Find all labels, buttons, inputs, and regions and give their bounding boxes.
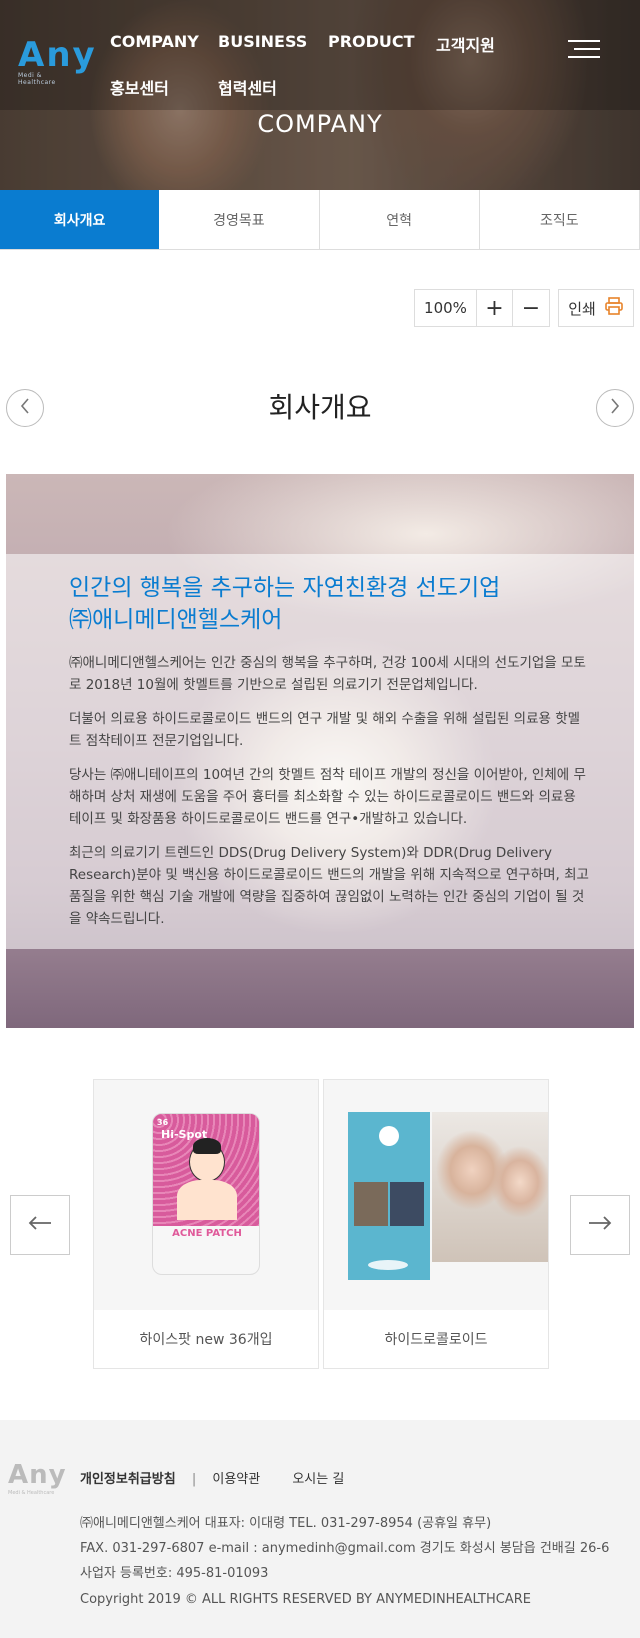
footer-logo-mark: Any xyxy=(8,1460,67,1490)
zoom-control: 100% + − xyxy=(414,289,550,327)
page-title: 회사개요 xyxy=(268,391,372,424)
business-registration: 사업자 등록번호: 495-81-01093 xyxy=(80,1566,269,1581)
copyright: Copyright 2019 © ALL RIGHTS RESERVED BY … xyxy=(80,1592,531,1607)
next-page-button[interactable] xyxy=(596,389,634,427)
slider-next-button[interactable] xyxy=(570,1195,630,1255)
tab-history[interactable]: 연혁 xyxy=(320,190,480,249)
directions-link[interactable]: 오시는 길 xyxy=(292,1472,344,1487)
nav-partner-center[interactable]: 협력센터 xyxy=(218,75,277,99)
footer-separator: | xyxy=(191,1472,197,1487)
nav-business[interactable]: BUSINESS xyxy=(218,32,307,51)
product-image-hydrocolloid xyxy=(324,1080,548,1310)
hydrocolloid-box xyxy=(348,1112,430,1280)
site-logo[interactable]: Any Medi & Healthcare xyxy=(18,35,97,86)
logo-mark: Any xyxy=(18,35,97,75)
intro-paragraph: 더불어 의료용 하이드로콜로이드 밴드의 연구 개발 및 해외 수출을 위해 설… xyxy=(69,711,581,749)
section-title: COMPANY xyxy=(257,110,383,138)
nav-company[interactable]: COMPANY xyxy=(110,32,199,51)
product-card[interactable]: 하이드로콜로이드 xyxy=(323,1079,549,1369)
footer-logo-subtitle: Medi & Healthcare xyxy=(8,1490,55,1496)
intro-paragraph: 당사는 ㈜애니테이프의 10여년 간의 핫멜트 점착 테이프 개발의 정신을 이… xyxy=(69,767,586,827)
intro-paragraph: 최근의 의료기기 트렌드인 DDS(Drug Delivery System)와… xyxy=(69,845,589,927)
acne-patch-package: 36 Hi-Spot ACNE PATCH xyxy=(152,1113,260,1275)
sub-tabs: 회사개요 경영목표 연혁 조직도 xyxy=(0,190,640,250)
pack-title: ACNE PATCH xyxy=(172,1228,242,1239)
intro-headline-line1: 인간의 행복을 추구하는 자연친환경 선도기업 xyxy=(69,575,501,601)
pack-count: 36 xyxy=(157,1118,169,1127)
tab-company-overview[interactable]: 회사개요 xyxy=(0,190,160,249)
company-info: ㈜애니메디앤헬스케어 대표자: 이대령 TEL. 031-297-8954 (공… xyxy=(80,1516,492,1531)
tab-organization[interactable]: 조직도 xyxy=(480,190,640,249)
hero-banner: Any Medi & Healthcare COMPANY BUSINESS P… xyxy=(0,0,640,190)
intro-paragraph: ㈜애니메디앤헬스케어는 인간 중심의 행복을 추구하며, 건강 100세 시대의… xyxy=(69,655,586,693)
privacy-policy-link[interactable]: 개인정보취급방침 xyxy=(80,1472,176,1487)
zoom-out-button[interactable]: − xyxy=(513,290,549,326)
zoom-in-button[interactable]: + xyxy=(477,290,513,326)
terms-link[interactable]: 이용약관 xyxy=(212,1472,260,1487)
print-button[interactable]: 인쇄 xyxy=(558,289,634,327)
print-label: 인쇄 xyxy=(568,299,596,318)
slider-prev-button[interactable] xyxy=(10,1195,70,1255)
footer-logo: Any Medi & Healthcare xyxy=(8,1460,67,1496)
product-image-hispot: 36 Hi-Spot ACNE PATCH xyxy=(94,1080,318,1310)
intro-headline: 인간의 행복을 추구하는 자연친환경 선도기업 ㈜애니메디앤헬스케어 xyxy=(69,572,500,636)
site-footer: Any Medi & Healthcare 개인정보취급방침 | 이용약관 오시… xyxy=(0,1420,640,1638)
menu-icon[interactable] xyxy=(568,40,600,58)
chevron-right-icon xyxy=(609,398,621,418)
arrow-right-icon xyxy=(588,1215,612,1235)
tab-management-goals[interactable]: 경영목표 xyxy=(159,190,320,249)
nav-pr-center[interactable]: 홍보센터 xyxy=(110,75,169,99)
nav-product[interactable]: PRODUCT xyxy=(328,32,415,51)
intro-section: 인간의 행복을 추구하는 자연친환경 선도기업 ㈜애니메디앤헬스케어 ㈜애니메디… xyxy=(6,474,634,1028)
product-card[interactable]: 36 Hi-Spot ACNE PATCH 하이스팟 new 36개입 xyxy=(93,1079,319,1369)
arrow-left-icon xyxy=(28,1215,52,1235)
mother-child-photo xyxy=(432,1112,548,1262)
contact-info: FAX. 031-297-6807 e-mail : anymedinh@gma… xyxy=(80,1541,610,1556)
printer-icon xyxy=(604,296,624,320)
zoom-value: 100% xyxy=(415,290,477,326)
intro-headline-line2: ㈜애니메디앤헬스케어 xyxy=(69,607,283,633)
product-caption: 하이스팟 new 36개입 xyxy=(139,1332,273,1348)
product-caption: 하이드로콜로이드 xyxy=(384,1332,488,1348)
nav-customer-support[interactable]: 고객지원 xyxy=(436,32,495,56)
footer-links: 개인정보취급방침 | 이용약관 오시는 길 xyxy=(80,1468,344,1487)
